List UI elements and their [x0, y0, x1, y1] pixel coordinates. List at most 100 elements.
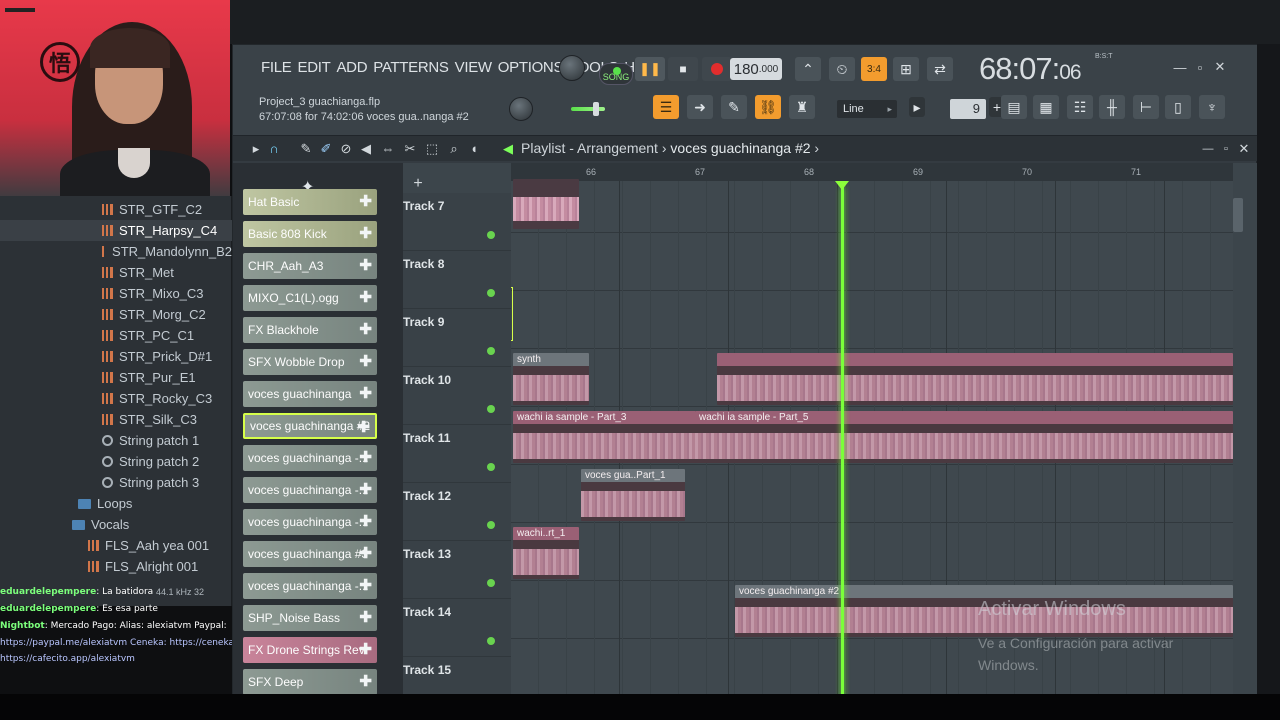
- clip-wachi-rt1[interactable]: wachi..rt_1: [513, 527, 579, 579]
- track-header[interactable]: Track 9: [403, 309, 511, 367]
- browser-item[interactable]: Loops: [0, 493, 232, 514]
- menu-item-edit[interactable]: EDIT: [297, 59, 330, 76]
- loop-record-icon[interactable]: ⇄: [927, 57, 953, 81]
- delete-tool-icon[interactable]: ⊘: [337, 140, 355, 158]
- browser-item[interactable]: STR_Harpsy_C4: [0, 220, 232, 241]
- mute-tool-icon[interactable]: ◀: [357, 140, 375, 158]
- track-header[interactable]: Track 7: [403, 193, 511, 251]
- menu-item-file[interactable]: FILE: [261, 59, 292, 76]
- paint-tool-icon[interactable]: ✐: [317, 140, 335, 158]
- pattern-item[interactable]: FX Drone Strings Rev ✚: [243, 637, 377, 663]
- stamp-tool-icon[interactable]: ♜: [789, 95, 815, 119]
- clip-wachi-part5[interactable]: wachi ia sample - Part_5: [695, 411, 1233, 463]
- browser-item[interactable]: FLS_Alright 001: [0, 556, 232, 577]
- snap-dropdown[interactable]: Line: [837, 100, 897, 118]
- track-mute-icon[interactable]: [487, 463, 495, 471]
- playlist-window-icon[interactable]: ▤: [1001, 95, 1027, 119]
- browser-item[interactable]: Vocals: [0, 514, 232, 535]
- menu-item-options[interactable]: OPTIONS: [498, 59, 564, 76]
- browser-item[interactable]: String patch 1: [0, 430, 232, 451]
- browser-item[interactable]: STR_Pur_E1: [0, 367, 232, 388]
- magnet-icon[interactable]: ∩: [265, 140, 283, 158]
- clip-voces-part1[interactable]: voces gua..Part_1: [581, 469, 685, 521]
- arrow-tool-icon[interactable]: ➜: [687, 95, 713, 119]
- pattern-item[interactable]: FX Blackhole ✚: [243, 317, 377, 343]
- pattern-prev-icon[interactable]: ▸: [909, 97, 925, 117]
- draw-tool-icon[interactable]: ✎: [297, 140, 315, 158]
- zoom-tool-icon[interactable]: ⌕: [445, 140, 463, 158]
- maximize-icon[interactable]: ▫: [1191, 59, 1209, 75]
- pattern-add-icon[interactable]: ✚: [359, 576, 372, 594]
- master-pitch-knob[interactable]: [559, 55, 585, 81]
- pattern-item[interactable]: SFX Deep ✚: [243, 669, 377, 695]
- pattern-add-icon[interactable]: ✚: [359, 544, 372, 562]
- pattern-add-icon[interactable]: ✚: [359, 640, 372, 658]
- track-header[interactable]: Track 14: [403, 599, 511, 657]
- tempo-display[interactable]: 180.000: [730, 58, 782, 80]
- pattern-add-icon[interactable]: ✚: [359, 672, 372, 690]
- pattern-add-icon[interactable]: ✚: [359, 480, 372, 498]
- playlist-menu-arrow-icon[interactable]: ▸: [247, 140, 265, 158]
- playback-tool-icon[interactable]: ◖: [465, 140, 483, 158]
- song-mode-toggle[interactable]: SONG: [599, 63, 633, 85]
- track-header[interactable]: Track 13: [403, 541, 511, 599]
- pattern-item[interactable]: voces guachinanga -... ✚: [243, 509, 377, 535]
- pattern-add-icon[interactable]: ✚: [359, 384, 372, 402]
- pattern-add-icon[interactable]: ✚: [359, 288, 372, 306]
- countdown-icon[interactable]: 3:4: [861, 57, 887, 81]
- channel-rack-icon[interactable]: ☷: [1067, 95, 1093, 119]
- minimize-icon[interactable]: —: [1171, 59, 1189, 75]
- pattern-add-icon[interactable]: ✚: [359, 352, 372, 370]
- pattern-item[interactable]: voces guachinanga -... ✚: [243, 477, 377, 503]
- pencil-tool-icon[interactable]: ✎: [721, 95, 747, 119]
- browser-item[interactable]: STR_Rocky_C3: [0, 388, 232, 409]
- clip-wachi-part3[interactable]: wachi ia sample - Part_3: [513, 411, 697, 463]
- playlist-close-icon[interactable]: ✕: [1235, 140, 1253, 158]
- song-position[interactable]: 68:07:06: [979, 51, 1082, 87]
- playlist-tool-icon[interactable]: ☰: [653, 95, 679, 119]
- browser-item[interactable]: STR_Met: [0, 262, 232, 283]
- browser-panel[interactable]: STR_GTF_C2 STR_Harpsy_C4 STR_Mandolynn_B2 S…: [0, 196, 232, 606]
- pattern-add-icon[interactable]: ✚: [359, 256, 372, 274]
- browser-item[interactable]: String patch 3: [0, 472, 232, 493]
- pattern-item[interactable]: voces guachinanga #3 ✚: [243, 541, 377, 567]
- pattern-item[interactable]: CHR_Aah_A3 ✚: [243, 253, 377, 279]
- browser-tree-icon[interactable]: ⊢: [1133, 95, 1159, 119]
- step-edit-icon[interactable]: ⊞: [893, 57, 919, 81]
- pattern-item[interactable]: voces guachinanga -... ✚: [243, 573, 377, 599]
- playlist-maximize-icon[interactable]: ▫: [1217, 140, 1235, 158]
- pattern-item[interactable]: Hat Basic ✚: [243, 189, 377, 215]
- mic-icon[interactable]: ♆: [1199, 95, 1225, 119]
- track-header[interactable]: Track 10: [403, 367, 511, 425]
- metronome-icon[interactable]: ⌃: [795, 57, 821, 81]
- slice-tool-icon[interactable]: ✂: [401, 140, 419, 158]
- clip-synth-notes[interactable]: [717, 353, 1233, 405]
- add-track-icon[interactable]: +: [409, 175, 427, 193]
- pattern-item[interactable]: voces guachinanga ✚: [243, 381, 377, 407]
- pattern-add-icon[interactable]: ✚: [359, 608, 372, 626]
- track-header[interactable]: Track 11: [403, 425, 511, 483]
- track-mute-icon[interactable]: [487, 347, 495, 355]
- vertical-scrollbar[interactable]: [1233, 198, 1243, 232]
- browser-item[interactable]: STR_Silk_C3: [0, 409, 232, 430]
- playhead-marker[interactable]: [835, 181, 849, 190]
- master-volume-slider[interactable]: [571, 102, 605, 116]
- plugin-picker-icon[interactable]: ▯: [1165, 95, 1191, 119]
- track-mute-icon[interactable]: [487, 289, 495, 297]
- track-mute-icon[interactable]: [487, 579, 495, 587]
- track-header[interactable]: Track 12: [403, 483, 511, 541]
- browser-item[interactable]: STR_Mixo_C3: [0, 283, 232, 304]
- pattern-item[interactable]: voces guachinanga #2 ✚: [243, 413, 377, 439]
- browser-item[interactable]: STR_PC_C1: [0, 325, 232, 346]
- pattern-add-icon[interactable]: ✚: [359, 448, 372, 466]
- record-button[interactable]: [702, 57, 732, 81]
- browser-item[interactable]: STR_Morg_C2: [0, 304, 232, 325]
- pattern-add-icon[interactable]: ✚: [359, 224, 372, 242]
- pattern-item[interactable]: voces guachinanga -... ✚: [243, 445, 377, 471]
- pattern-add-icon[interactable]: ✚: [359, 192, 372, 210]
- pattern-number[interactable]: 9: [950, 99, 986, 119]
- playhead-line[interactable]: [841, 187, 844, 707]
- master-knob[interactable]: [509, 97, 533, 121]
- slip-tool-icon[interactable]: ⇔: [379, 140, 397, 158]
- browser-item[interactable]: FLS_Aah yea 001: [0, 535, 232, 556]
